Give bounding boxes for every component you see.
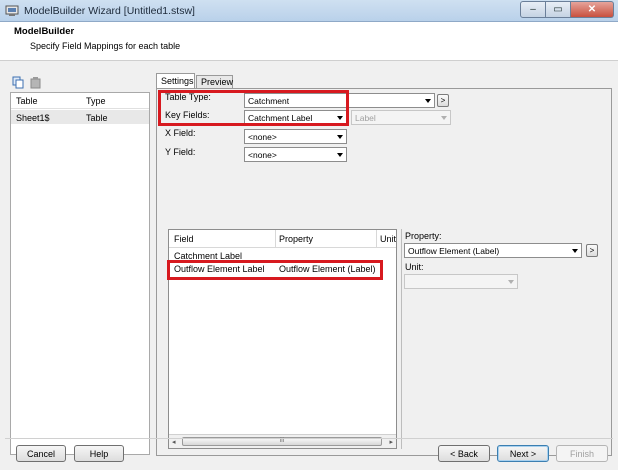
table-name-cell: Sheet1$ [16, 113, 50, 123]
chevron-down-icon [508, 280, 514, 284]
x-field-value: <none> [248, 132, 277, 142]
tab-preview[interactable]: Preview [196, 75, 233, 88]
x-field-label: X Field: [165, 128, 196, 138]
key-fields-secondary-value: Label [355, 113, 376, 123]
y-field-dropdown[interactable]: <none> [244, 147, 347, 162]
horizontal-scrollbar[interactable]: ◂ III ▸ [169, 434, 396, 448]
highlight-box-outflow-row [167, 260, 383, 280]
title-bar: ModelBuilder Wizard [Untitled1.stsw] – ▭… [0, 0, 618, 22]
dialog-client: ModelBuilder Specify Field Mappings for … [0, 22, 618, 470]
chevron-down-icon [572, 249, 578, 253]
grid-header: Field Property Unit [169, 230, 396, 248]
property-dropdown[interactable]: Outflow Element (Label) [404, 243, 582, 258]
table-row[interactable]: Sheet1$ Table [11, 110, 149, 124]
table-type-cell: Table [86, 113, 108, 123]
maximize-button[interactable]: ▭ [546, 1, 571, 18]
scroll-left-icon[interactable]: ◂ [172, 438, 176, 446]
chevron-down-icon [441, 116, 447, 120]
footer-divider [5, 438, 613, 439]
cancel-button[interactable]: Cancel [16, 445, 66, 462]
wizard-header: ModelBuilder Specify Field Mappings for … [0, 22, 618, 61]
highlight-box-key-settings [158, 90, 349, 126]
next-button[interactable]: Next > [497, 445, 549, 462]
scroll-right-icon[interactable]: ▸ [389, 438, 393, 446]
chevron-down-icon [425, 99, 431, 103]
copy-icon[interactable] [12, 76, 25, 89]
delete-table-icon[interactable] [29, 76, 42, 89]
wizard-subtitle: Specify Field Mappings for each table [30, 41, 181, 51]
table-list: Table Type Sheet1$ Table [10, 92, 150, 455]
column-header-table[interactable]: Table [16, 96, 38, 106]
column-header-unit[interactable]: Unit [380, 234, 396, 244]
column-header-field[interactable]: Field [174, 234, 194, 244]
y-field-label: Y Field: [165, 147, 196, 157]
app-icon [5, 5, 19, 16]
table-type-more-button[interactable]: > [437, 94, 449, 107]
window-title: ModelBuilder Wizard [Untitled1.stsw] [24, 5, 195, 17]
chevron-down-icon [337, 153, 343, 157]
table-list-header: Table Type [11, 93, 149, 109]
window-controls: – ▭ ✕ [520, 1, 614, 18]
property-more-button[interactable]: > [586, 244, 598, 257]
wizard-title: ModelBuilder [14, 26, 75, 37]
column-header-type[interactable]: Type [86, 96, 106, 106]
column-header-property[interactable]: Property [279, 234, 313, 244]
chevron-down-icon [337, 135, 343, 139]
tab-settings[interactable]: Settings [156, 73, 195, 89]
close-button[interactable]: ✕ [571, 1, 614, 18]
x-field-dropdown[interactable]: <none> [244, 129, 347, 144]
unit-dropdown [404, 274, 518, 289]
y-field-value: <none> [248, 150, 277, 160]
key-fields-secondary-dropdown: Label [351, 110, 451, 125]
help-button[interactable]: Help [74, 445, 124, 462]
settings-panel: Table Type: Catchment > Key Fields: Catc… [156, 88, 612, 456]
panel-splitter[interactable] [401, 229, 404, 449]
minimize-button[interactable]: – [520, 1, 546, 18]
finish-button: Finish [556, 445, 608, 462]
back-button[interactable]: < Back [438, 445, 490, 462]
unit-label: Unit: [405, 262, 424, 272]
column-divider[interactable] [275, 230, 276, 248]
property-label: Property: [405, 231, 442, 241]
property-value: Outflow Element (Label) [408, 246, 500, 256]
column-divider[interactable] [376, 230, 377, 248]
